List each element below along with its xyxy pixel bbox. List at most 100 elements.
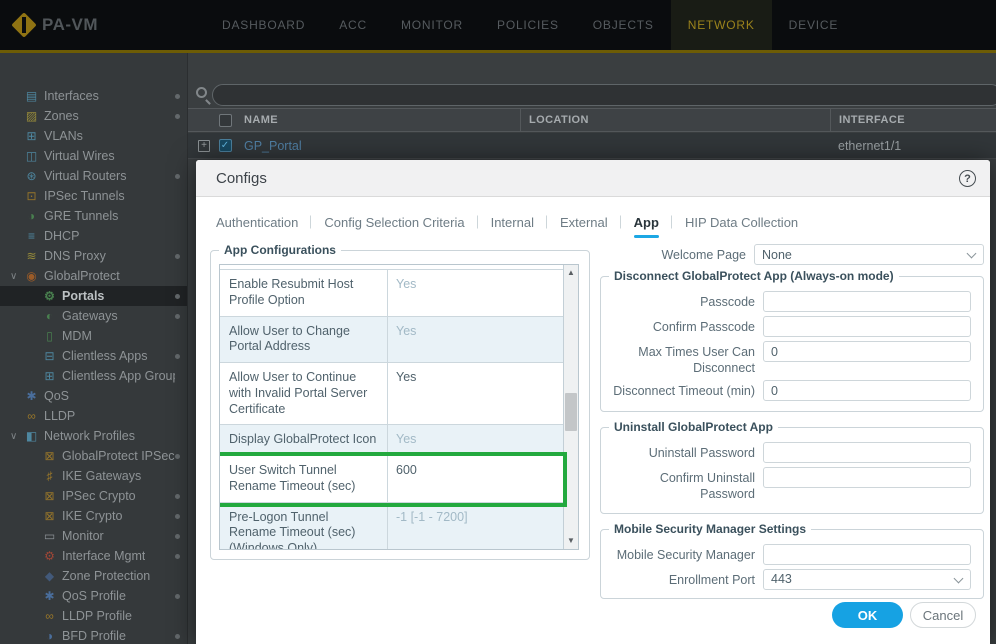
scrollbar-thumb[interactable] <box>565 393 577 431</box>
sidebar-item[interactable]: ∨ ◧ Network Profiles <box>0 426 187 446</box>
config-setting-value[interactable]: -1 [-1 - 7200] <box>388 503 563 551</box>
dialog-tab[interactable]: HIP Data Collection <box>685 215 798 230</box>
sidebar-item[interactable]: ≡ DHCP <box>0 226 187 246</box>
app-configurations-fieldset: App Configurations Enable Resubmit Host … <box>210 250 590 560</box>
fieldset-legend: Disconnect GlobalProtect App (Always-on … <box>609 269 899 283</box>
field-label: Max Times User Can Disconnect <box>609 341 763 376</box>
column-name[interactable]: NAME <box>240 114 520 126</box>
portal-interface: ethernet1/1 <box>830 133 996 158</box>
dialog-tab[interactable]: External <box>560 215 608 230</box>
expand-row-icon[interactable]: + <box>198 140 210 152</box>
field-input[interactable] <box>763 316 971 337</box>
sidebar-item-label: GRE Tunnels <box>44 209 118 223</box>
nav-tab[interactable]: DEVICE <box>772 0 855 50</box>
welcome-page-value[interactable] <box>754 244 984 265</box>
column-interface[interactable]: INTERFACE <box>830 109 996 131</box>
config-setting-value[interactable]: 600 <box>388 456 563 502</box>
sidebar-item[interactable]: ⊡ IPSec Tunnels <box>0 186 187 206</box>
sidebar-item[interactable]: ⊞ VLANs <box>0 126 187 146</box>
cancel-button[interactable]: Cancel <box>910 602 976 628</box>
nav-tab[interactable]: NETWORK <box>671 0 772 50</box>
ok-button[interactable]: OK <box>832 602 903 628</box>
sidebar-item[interactable]: ⚙ Portals <box>0 286 187 306</box>
sidebar-item[interactable]: ⊠ GlobalProtect IPSec Crypto <box>0 446 187 466</box>
sidebar-item[interactable]: ◫ Virtual Wires <box>0 146 187 166</box>
sidebar-item-icon: ◑ <box>23 209 40 223</box>
config-row[interactable]: Pre-Logon Tunnel Rename Timeout (sec) (W… <box>220 503 563 551</box>
scroll-down-icon[interactable]: ▼ <box>564 534 578 548</box>
sidebar-item[interactable]: ≋ DNS Proxy <box>0 246 187 266</box>
scroll-up-icon[interactable]: ▲ <box>564 266 578 280</box>
field-input[interactable] <box>763 291 971 312</box>
help-icon[interactable]: ? <box>959 170 976 187</box>
search-input[interactable] <box>212 84 996 106</box>
field-input[interactable] <box>763 380 971 401</box>
sidebar-item[interactable]: ⊞ Clientless App Groups <box>0 366 187 386</box>
sidebar-item[interactable]: ⊛ Virtual Routers <box>0 166 187 186</box>
sidebar-item[interactable]: ⊠ IKE Crypto <box>0 506 187 526</box>
sidebar-item[interactable]: ⊠ IPSec Crypto <box>0 486 187 506</box>
sidebar-item[interactable]: ✱ QoS <box>0 386 187 406</box>
dialog-tab[interactable]: Authentication <box>216 215 298 230</box>
field-label: Passcode <box>609 291 763 311</box>
sidebar-item[interactable]: ∞ LLDP Profile <box>0 606 187 626</box>
sidebar-item[interactable]: ◑ BFD Profile <box>0 626 187 644</box>
dialog-tab[interactable]: Internal <box>491 215 534 230</box>
sidebar-item-icon: ⊠ <box>41 489 58 503</box>
sidebar-item[interactable]: ▯ MDM <box>0 326 187 346</box>
config-row[interactable]: Display GlobalProtect Icon Yes <box>220 425 563 456</box>
sidebar-item[interactable]: ⊟ Clientless Apps <box>0 346 187 366</box>
field-input[interactable] <box>763 544 971 565</box>
sidebar-item-label: IKE Crypto <box>62 509 122 523</box>
config-row[interactable]: User Switch Tunnel Rename Timeout (sec) … <box>220 456 563 503</box>
config-row[interactable]: Enable Resubmit Host Profile Option Yes <box>220 270 563 317</box>
config-setting-label: Enable Resubmit Host Profile Option <box>220 270 388 316</box>
sidebar-item[interactable]: ✱ QoS Profile <box>0 586 187 606</box>
config-setting-value[interactable]: Yes <box>388 317 563 363</box>
dialog-tab[interactable]: Config Selection Criteria <box>324 215 464 230</box>
sidebar-item-label: IKE Gateways <box>62 469 141 483</box>
welcome-page-select[interactable] <box>754 244 984 265</box>
config-setting-value[interactable]: Yes <box>388 363 563 424</box>
config-setting-value[interactable]: Yes <box>388 270 563 316</box>
field-input[interactable] <box>763 569 971 590</box>
nav-tab[interactable]: POLICIES <box>480 0 576 50</box>
nav-tab[interactable]: ACC <box>322 0 384 50</box>
sidebar-item[interactable]: ▤ Interfaces <box>0 86 187 106</box>
portal-name-link[interactable]: GP_Portal <box>240 139 520 153</box>
dialog-tab[interactable]: App <box>634 215 659 230</box>
table-row[interactable]: + ✓ GP_Portal ethernet1/1 <box>188 133 996 159</box>
nav-tab[interactable]: MONITOR <box>384 0 480 50</box>
nav-tab[interactable]: DASHBOARD <box>205 0 322 50</box>
sidebar-item[interactable]: ∨ ◉ GlobalProtect <box>0 266 187 286</box>
nav-tab[interactable]: OBJECTS <box>576 0 671 50</box>
sidebar-item[interactable]: ◐ Gateways <box>0 306 187 326</box>
sidebar-item-icon: ◧ <box>23 429 40 443</box>
scrollbar[interactable]: ▲ ▼ <box>563 265 578 549</box>
sidebar-item[interactable]: ◆ Zone Protection <box>0 566 187 586</box>
sidebar-item[interactable]: ▭ Monitor <box>0 526 187 546</box>
sidebar-item[interactable]: ◑ GRE Tunnels <box>0 206 187 226</box>
sidebar-item[interactable]: ▨ Zones <box>0 106 187 126</box>
field-control <box>763 316 971 337</box>
row-checkbox[interactable]: ✓ <box>219 139 232 152</box>
status-dot <box>175 554 180 559</box>
field-input[interactable] <box>763 442 971 463</box>
select-all-checkbox[interactable] <box>219 114 232 127</box>
config-row[interactable]: Allow User to Change Portal Address Yes <box>220 317 563 364</box>
sidebar-item-icon: ◆ <box>41 569 58 583</box>
sidebar-item[interactable]: ♯ IKE Gateways <box>0 466 187 486</box>
form-field-row: Uninstall Password <box>609 442 971 463</box>
palo-alto-logo-icon <box>14 15 34 35</box>
sidebar-item[interactable]: ∞ LLDP <box>0 406 187 426</box>
sidebar-item-icon: ∞ <box>41 609 58 623</box>
field-input[interactable] <box>763 467 971 488</box>
sidebar-item[interactable]: ⚙ Interface Mgmt <box>0 546 187 566</box>
chevron-down-icon[interactable]: ∨ <box>10 431 23 442</box>
config-setting-value[interactable]: Yes <box>388 425 563 455</box>
config-row[interactable]: Allow User to Continue with Invalid Port… <box>220 363 563 425</box>
chevron-down-icon[interactable]: ∨ <box>10 271 23 282</box>
sidebar-item-label: VLANs <box>44 129 83 143</box>
field-input[interactable] <box>763 341 971 362</box>
column-location[interactable]: LOCATION <box>520 109 830 131</box>
